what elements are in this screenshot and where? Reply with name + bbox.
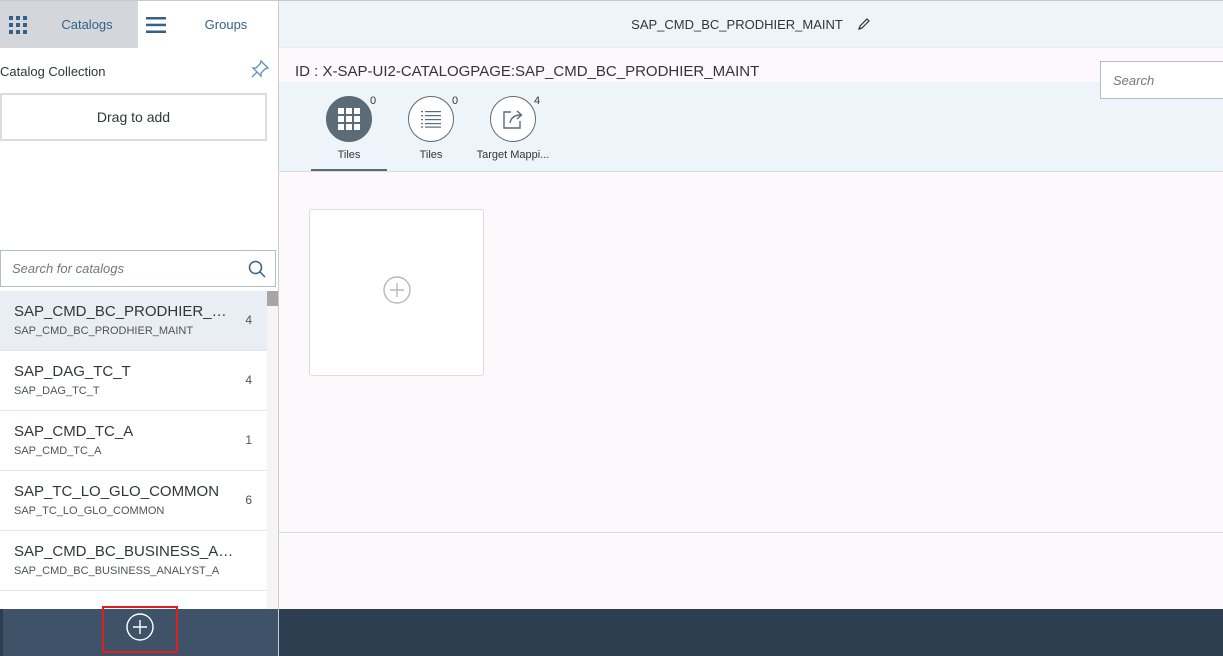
fiori-designer-app: Catalogs Groups Catalog Collection Drag …	[0, 0, 1223, 656]
catalog-title: SAP_CMD_BC_PRODHIER_M...	[14, 303, 234, 320]
tab-label: Tiles	[337, 149, 361, 161]
add-catalog-button[interactable]	[102, 606, 178, 653]
catalog-id: SAP_TC_LO_GLO_COMMON	[14, 505, 165, 517]
edit-title-icon[interactable]	[857, 17, 871, 31]
tile-search	[1100, 61, 1223, 99]
catalog-collection-header: Catalog Collection	[0, 58, 278, 84]
icon-tab-bar: 0 Tiles 0 Tiles 4 Target Mappi...	[279, 82, 1223, 172]
groups-label: Groups	[204, 17, 248, 32]
catalog-tile-count: 4	[245, 313, 252, 327]
drag-to-add-area[interactable]: Drag to add	[0, 93, 267, 141]
tile-container	[279, 173, 1223, 533]
tab-count: 0	[452, 95, 459, 107]
catalogs-toggle-button[interactable]: Catalogs	[0, 1, 138, 48]
catalog-page-title: SAP_CMD_BC_PRODHIER_MAINT	[631, 16, 843, 32]
catalog-search-input[interactable]	[1, 251, 239, 286]
catalog-id: SAP_CMD_BC_BUSINESS_ANALYST_A	[14, 565, 220, 577]
catalog-tile-count: 1	[245, 433, 252, 447]
catalog-id: SAP_DAG_TC_T	[14, 385, 100, 397]
catalog-id: SAP_CMD_BC_PRODHIER_MAINT	[14, 325, 194, 337]
add-circle-icon	[125, 612, 155, 647]
catalog-title: SAP_DAG_TC_T	[14, 363, 131, 380]
catalog-pane: Catalogs Groups Catalog Collection Drag …	[0, 1, 279, 656]
add-circle-icon	[382, 275, 412, 310]
catalog-list: SAP_CMD_BC_PRODHIER_M... SAP_CMD_BC_PROD…	[0, 291, 267, 609]
tab-label: Target Mappi...	[476, 149, 550, 161]
catalog-list-item[interactable]: SAP_CMD_TC_A SAP_CMD_TC_A 1	[0, 411, 267, 471]
catalog-title: SAP_TC_LO_GLO_COMMON	[14, 483, 220, 500]
scrollbar-thumb[interactable]	[267, 291, 278, 306]
catalog-title: SAP_CMD_TC_A	[14, 423, 134, 440]
search-icon[interactable]	[239, 260, 275, 278]
list-icon	[408, 96, 454, 142]
tab-label: Tiles	[419, 149, 443, 161]
catalog-id: SAP_CMD_TC_A	[14, 445, 102, 457]
catalog-list-item[interactable]: SAP_CMD_BC_BUSINESS_ANAL... SAP_CMD_BC_B…	[0, 531, 267, 591]
detail-title-bar: SAP_CMD_BC_PRODHIER_MAINT	[279, 1, 1223, 48]
right-footer-bar	[279, 609, 1223, 656]
catalog-list-item[interactable]: SAP_CMD_BC_PRODHIER_M... SAP_CMD_BC_PROD…	[0, 291, 267, 351]
tab-tiles-list[interactable]: 0 Tiles	[393, 95, 469, 172]
catalog-tile-count: 4	[245, 373, 252, 387]
catalog-title: SAP_CMD_BC_BUSINESS_ANAL...	[14, 543, 234, 560]
tab-count: 4	[534, 95, 541, 107]
tab-target-mappings[interactable]: 4 Target Mappi...	[475, 95, 551, 172]
add-tile-button[interactable]	[309, 209, 484, 376]
grid-icon	[0, 15, 36, 34]
catalog-list-scrollbar[interactable]	[267, 291, 278, 609]
tab-tiles-grid[interactable]: 0 Tiles	[311, 95, 387, 172]
catalogs-label: Catalogs	[61, 17, 113, 32]
share-icon	[490, 96, 536, 142]
groups-toggle-button[interactable]: Groups	[138, 1, 278, 48]
menu-icon	[138, 16, 174, 33]
tab-count: 0	[370, 95, 377, 107]
drag-to-add-label: Drag to add	[96, 109, 171, 125]
grid-icon	[326, 96, 372, 142]
catalog-tile-count: 6	[245, 493, 252, 507]
tile-search-input[interactable]	[1101, 62, 1223, 98]
catalog-collection-title: Catalog Collection	[0, 63, 106, 79]
pin-icon[interactable]	[250, 59, 270, 84]
catalog-list-item[interactable]: SAP_DAG_TC_T SAP_DAG_TC_T 4	[0, 351, 267, 411]
catalog-search	[0, 250, 276, 287]
view-toggle: Catalogs Groups	[0, 1, 278, 48]
catalog-id-line: ID : X-SAP-UI2-CATALOGPAGE:SAP_CMD_BC_PR…	[295, 63, 760, 80]
catalog-list-item[interactable]: SAP_TC_LO_GLO_COMMON SAP_TC_LO_GLO_COMMO…	[0, 471, 267, 531]
catalog-detail-pane: SAP_CMD_BC_PRODHIER_MAINT ID : X-SAP-UI2…	[279, 1, 1223, 656]
